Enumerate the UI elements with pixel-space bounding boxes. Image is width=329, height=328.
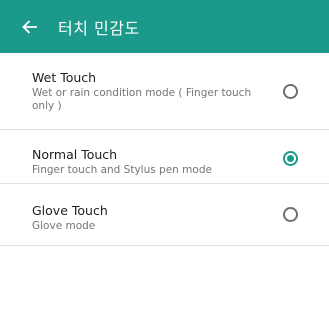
option-wet-touch[interactable]: Wet Touch Wet or rain condition mode ( F… [0,53,329,130]
option-title: Normal Touch [32,147,118,162]
radio-dot [287,211,294,218]
option-description: Finger touch and Stylus pen mode [32,164,212,176]
option-text: Normal Touch Finger touch and Stylus pen… [32,147,254,177]
touch-mode-list: Wet Touch Wet or rain condition mode ( F… [0,53,329,246]
page-title: 터치 민감도 [58,18,140,38]
normal-touch-radio[interactable] [283,151,298,166]
app-bar: 터치 민감도 [0,0,329,53]
option-glove-touch[interactable]: Glove Touch Glove mode [0,184,329,246]
option-normal-touch[interactable]: Normal Touch Finger touch and Stylus pen… [0,130,329,184]
touch-sensitivity-screen: 터치 민감도 Wet Touch Wet or rain condition m… [0,0,329,328]
radio-dot [287,155,294,162]
option-description: Wet or rain condition mode ( Finger touc… [32,87,252,112]
glove-touch-radio[interactable] [283,207,298,222]
wet-touch-radio[interactable] [283,84,298,99]
back-button[interactable] [0,0,58,53]
option-description: Glove mode [32,220,96,232]
radio-dot [287,88,294,95]
arrow-left-icon [22,19,37,34]
option-text: Wet Touch Wet or rain condition mode ( F… [32,70,254,113]
option-title: Glove Touch [32,203,108,218]
option-text: Glove Touch Glove mode [32,203,254,233]
option-title: Wet Touch [32,70,97,85]
